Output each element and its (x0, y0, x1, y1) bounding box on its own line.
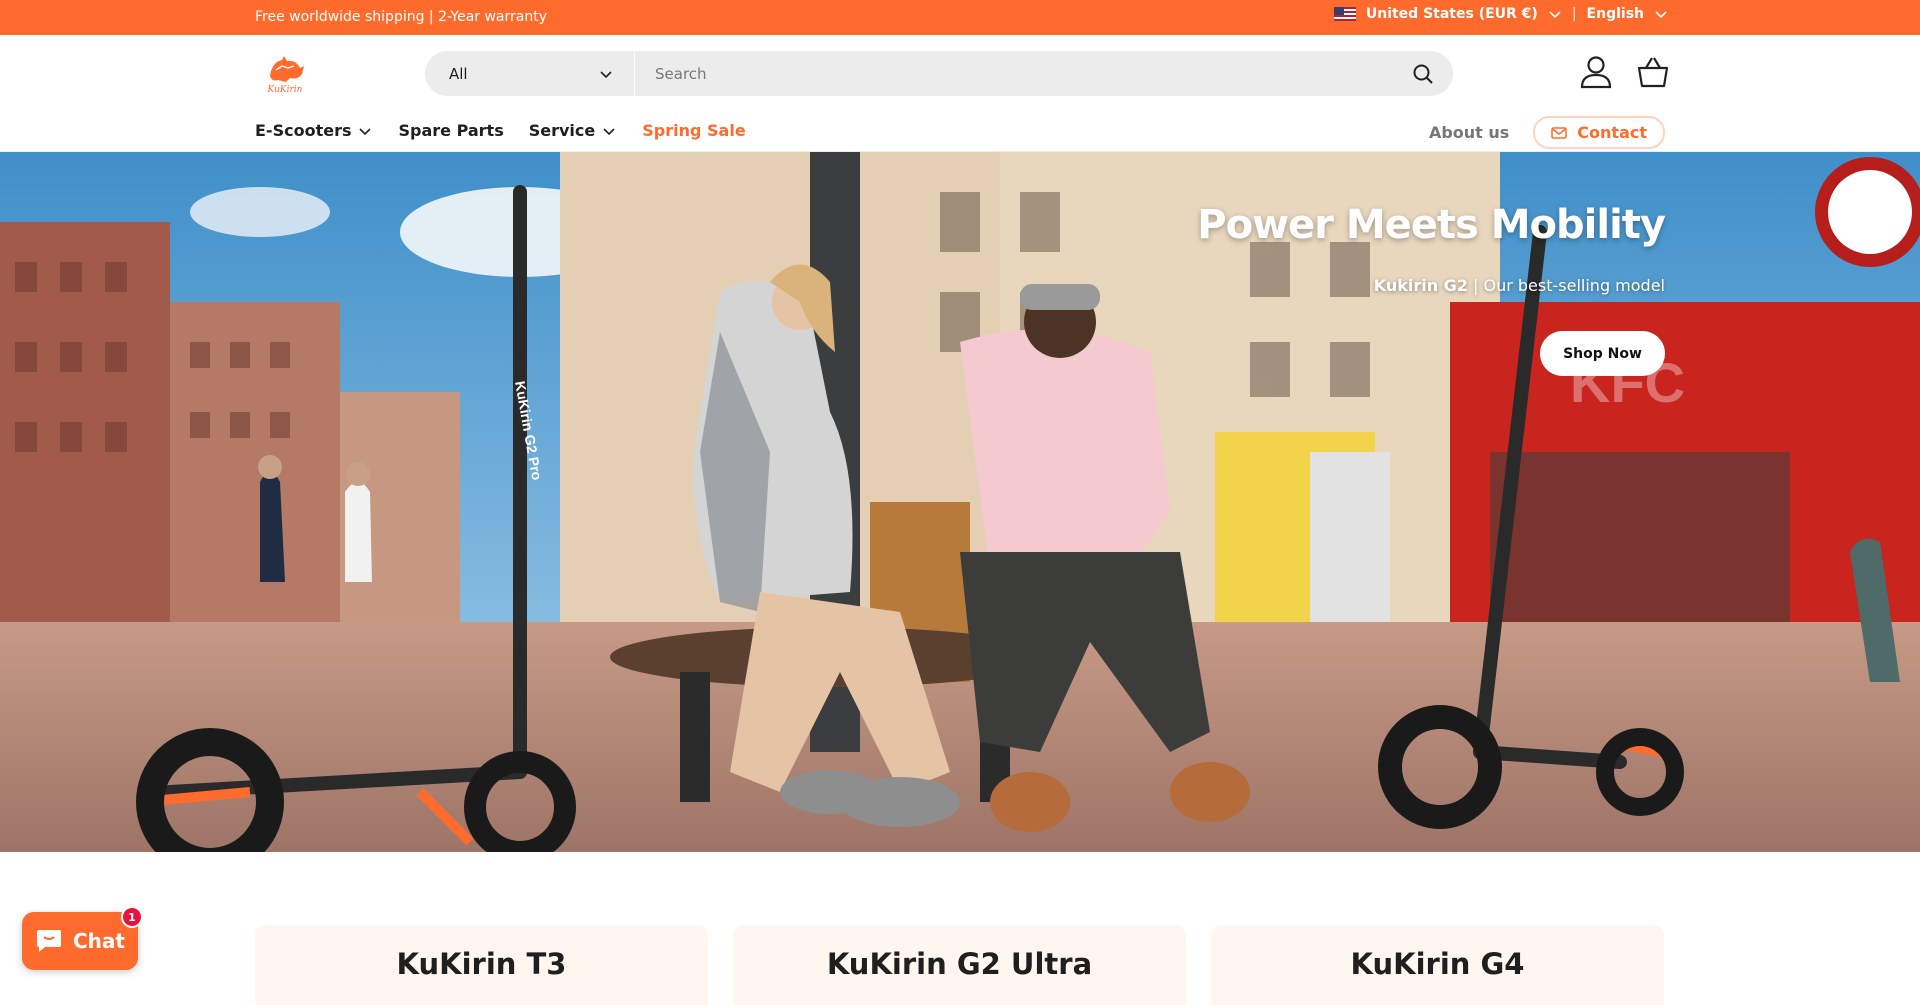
chevron-down-icon (359, 127, 372, 135)
search-button[interactable] (1393, 51, 1453, 96)
main-nav: E-Scooters Spare Parts Service Spring Sa… (255, 121, 746, 140)
nav-secondary: About us Contact (1429, 116, 1665, 149)
kukirin-logo[interactable]: KuKirin (262, 54, 308, 94)
search-bar: All (425, 51, 1453, 96)
account-icon[interactable] (1580, 55, 1612, 89)
locale-selectors: United States (EUR €) | English (1333, 6, 1668, 22)
chevron-down-icon (600, 70, 612, 78)
contact-button[interactable]: Contact (1533, 116, 1665, 149)
hero-image: KFC KuKirin G2 Pro (0, 152, 1920, 852)
nav-item-label: Service (528, 121, 596, 140)
language-selector[interactable]: English (1587, 6, 1644, 22)
nav-item-service[interactable]: Service (529, 121, 618, 140)
announcement-bar: Free worldwide shipping | 2-Year warrant… (0, 0, 1920, 35)
hero-title: Power Meets Mobility (1197, 202, 1666, 248)
nav-item-spring-sale[interactable]: Spring Sale (642, 121, 745, 140)
about-us-link[interactable]: About us (1429, 123, 1509, 142)
chat-label: Chat (73, 929, 125, 953)
nav-item-label: E-Scooters (255, 121, 352, 140)
chat-bubble-icon (37, 930, 61, 952)
chat-notification-badge: 1 (121, 906, 143, 928)
hero-subtitle-model: Kukirin G2 (1373, 276, 1468, 295)
chevron-down-icon[interactable] (1548, 7, 1562, 21)
search-icon (1413, 64, 1433, 84)
cart-icon[interactable] (1636, 55, 1670, 89)
locale-separator: | (1571, 6, 1577, 22)
hero-subtitle-text: | Our best-selling model (1467, 276, 1665, 295)
chevron-down-icon[interactable] (1654, 7, 1668, 21)
search-category-select[interactable]: All (425, 51, 635, 96)
product-card[interactable]: KuKirin G4 (1211, 925, 1664, 1005)
product-card[interactable]: KuKirin G2 Ultra (733, 925, 1186, 1005)
announcement-message: Free worldwide shipping | 2-Year warrant… (255, 9, 548, 25)
us-flag-icon (1333, 7, 1356, 21)
product-card[interactable]: KuKirin T3 (255, 925, 708, 1005)
shop-now-button[interactable]: Shop Now (1540, 331, 1665, 376)
country-selector[interactable]: United States (EUR €) (1366, 6, 1538, 22)
search-category-value: All (449, 64, 468, 83)
nav-item-label: Spring Sale (642, 121, 746, 140)
chat-button[interactable]: Chat 1 (22, 906, 143, 970)
contact-label: Contact (1577, 123, 1647, 142)
nav-item-spare-parts[interactable]: Spare Parts (398, 121, 503, 140)
product-cards: KuKirin T3 KuKirin G2 Ultra KuKirin G4 (255, 925, 1664, 1005)
mail-icon (1551, 126, 1568, 139)
logo-text: KuKirin (267, 85, 303, 94)
nav-item-e-scooters[interactable]: E-Scooters (255, 121, 373, 140)
hero-banner: KFC KuKirin G2 Pro Power Meets Mobility … (0, 152, 1920, 852)
nav-item-label: Spare Parts (398, 121, 504, 140)
site-header: KuKirin All E-Scooters Spare Parts Servi… (0, 35, 1920, 152)
search-input[interactable] (635, 51, 1393, 96)
hero-subtitle: Kukirin G2 | Our best-selling model (1374, 276, 1665, 295)
chevron-down-icon (603, 127, 615, 135)
